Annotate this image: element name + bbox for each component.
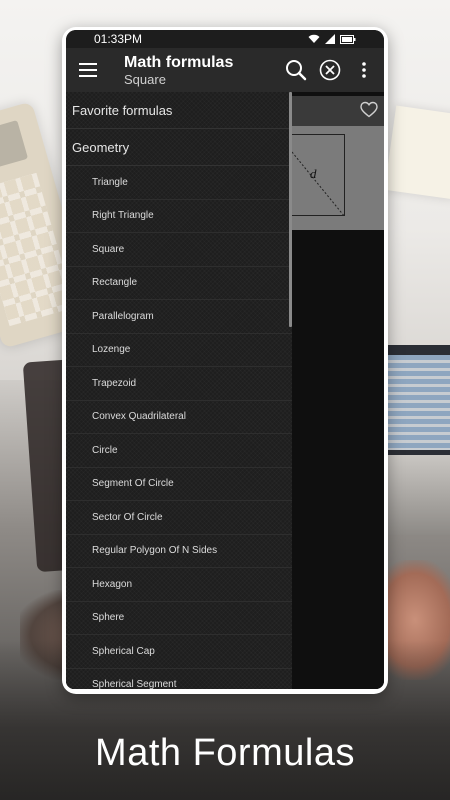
drawer-item-segment-of-circle[interactable]: Segment Of Circle [66, 468, 292, 501]
page-title: Math formulas [124, 53, 234, 71]
drawer-item-sector-of-circle[interactable]: Sector Of Circle [66, 501, 292, 535]
drawer-item-spherical-cap[interactable]: Spherical Cap [66, 635, 292, 669]
status-bar: 01:33PM [66, 30, 384, 48]
wifi-icon [308, 34, 320, 43]
navigation-drawer: Favorite formulas Geometry Triangle Righ… [66, 92, 292, 689]
search-icon[interactable] [284, 58, 308, 82]
signal-icon [325, 34, 335, 44]
close-circle-icon[interactable] [318, 58, 342, 82]
phone-screen: 01:33PM Math formulas Square d Favorite … [66, 30, 384, 689]
page-subtitle: Square [124, 71, 166, 87]
diagonal-label: d [310, 166, 317, 181]
drawer-item-hexagon[interactable]: Hexagon [66, 568, 292, 602]
promo-caption: Math Formulas [95, 732, 355, 774]
drawer-item-regular-polygon[interactable]: Regular Polygon Of N Sides [66, 535, 292, 568]
section-geometry[interactable]: Geometry [66, 129, 292, 166]
drawer-item-trapezoid[interactable]: Trapezoid [66, 367, 292, 401]
status-time: 01:33PM [94, 32, 143, 46]
app-bar-titles: Math formulas Square [124, 53, 284, 88]
drawer-scrollbar[interactable] [289, 92, 292, 327]
battery-icon [340, 34, 356, 44]
drawer-item-triangle[interactable]: Triangle [66, 166, 292, 200]
heart-outline-icon[interactable] [360, 101, 378, 118]
drawer-item-parallelogram[interactable]: Parallelogram [66, 300, 292, 334]
drawer-item-convex-quadrilateral[interactable]: Convex Quadrilateral [66, 401, 292, 434]
diagonal-line [292, 151, 346, 218]
drawer-item-sphere[interactable]: Sphere [66, 602, 292, 635]
app-bar: Math formulas Square [66, 48, 384, 92]
drawer-item-rectangle[interactable]: Rectangle [66, 267, 292, 300]
drawer-item-lozenge[interactable]: Lozenge [66, 334, 292, 367]
drawer-item-square[interactable]: Square [66, 233, 292, 267]
hamburger-menu-icon[interactable] [68, 48, 108, 92]
drawer-item-circle[interactable]: Circle [66, 434, 292, 468]
section-favorite-formulas[interactable]: Favorite formulas [66, 92, 292, 129]
more-vert-icon[interactable] [352, 58, 376, 82]
phone-frame: 01:33PM Math formulas Square d Favorite … [62, 27, 388, 694]
drawer-item-right-triangle[interactable]: Right Triangle [66, 200, 292, 233]
drawer-item-spherical-segment[interactable]: Spherical Segment [66, 669, 292, 689]
